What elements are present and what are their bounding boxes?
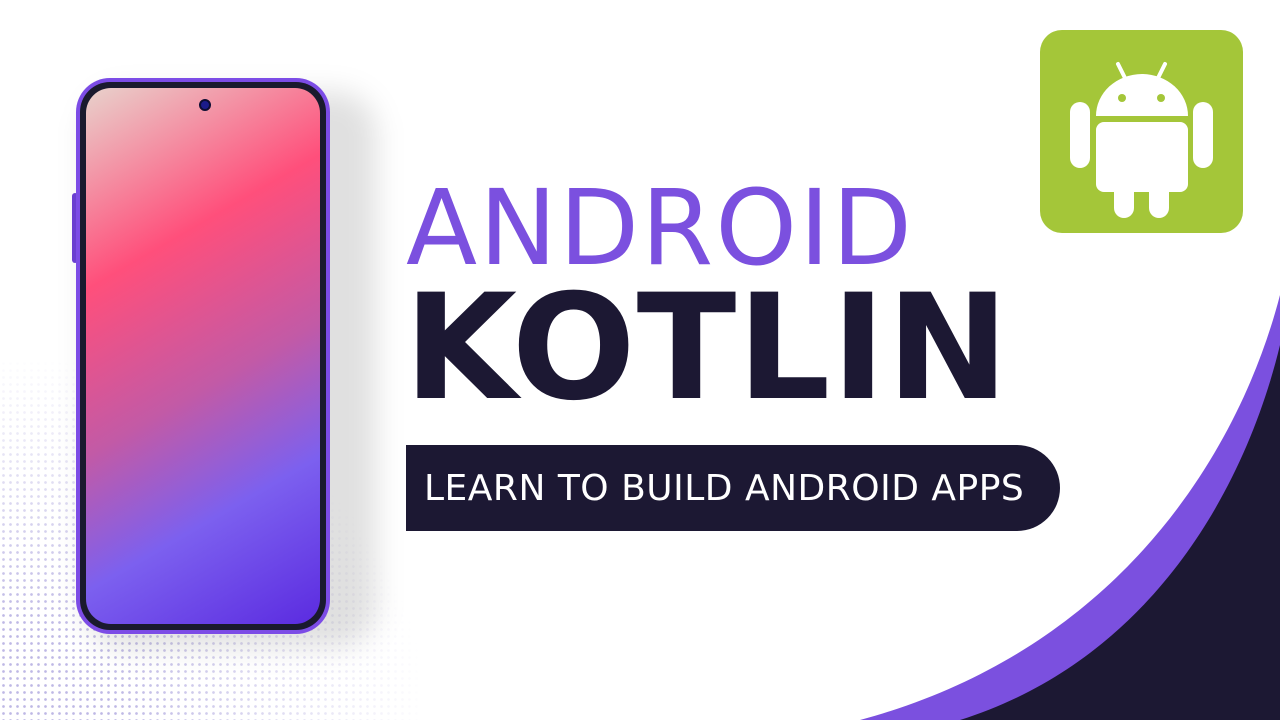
front-camera [199, 99, 211, 111]
smartphone-mockup [76, 78, 330, 634]
android-robot-icon [1070, 62, 1213, 218]
phone-frame [80, 82, 326, 630]
tagline-text: LEARN TO BUILD ANDROID APPS [424, 467, 1025, 509]
headline-kotlin: KOTLIN [404, 263, 1010, 433]
android-badge [1040, 30, 1243, 233]
tagline-banner: LEARN TO BUILD ANDROID APPS [406, 445, 1060, 531]
phone-screen [86, 88, 320, 624]
